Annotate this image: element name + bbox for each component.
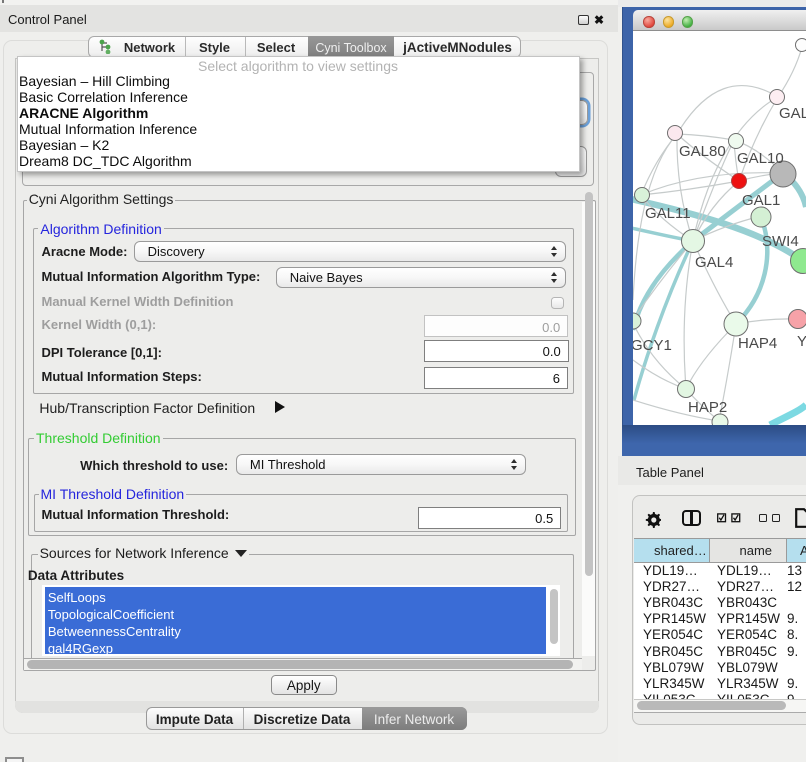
svg-text:Y: Y [797, 333, 806, 350]
svg-text:GCY1: GCY1 [633, 337, 672, 354]
svg-text:GAL1: GAL1 [742, 192, 780, 209]
svg-text:GAL80: GAL80 [679, 143, 726, 160]
svg-text:GAL11: GAL11 [645, 205, 691, 222]
svg-text:GAL10: GAL10 [737, 150, 784, 167]
svg-text:GAL7: GAL7 [779, 105, 806, 122]
svg-text:GAL4: GAL4 [695, 254, 733, 271]
svg-text:HAP4: HAP4 [738, 335, 777, 352]
svg-text:HAP2: HAP2 [688, 399, 727, 416]
svg-text:SWI4: SWI4 [762, 233, 799, 250]
